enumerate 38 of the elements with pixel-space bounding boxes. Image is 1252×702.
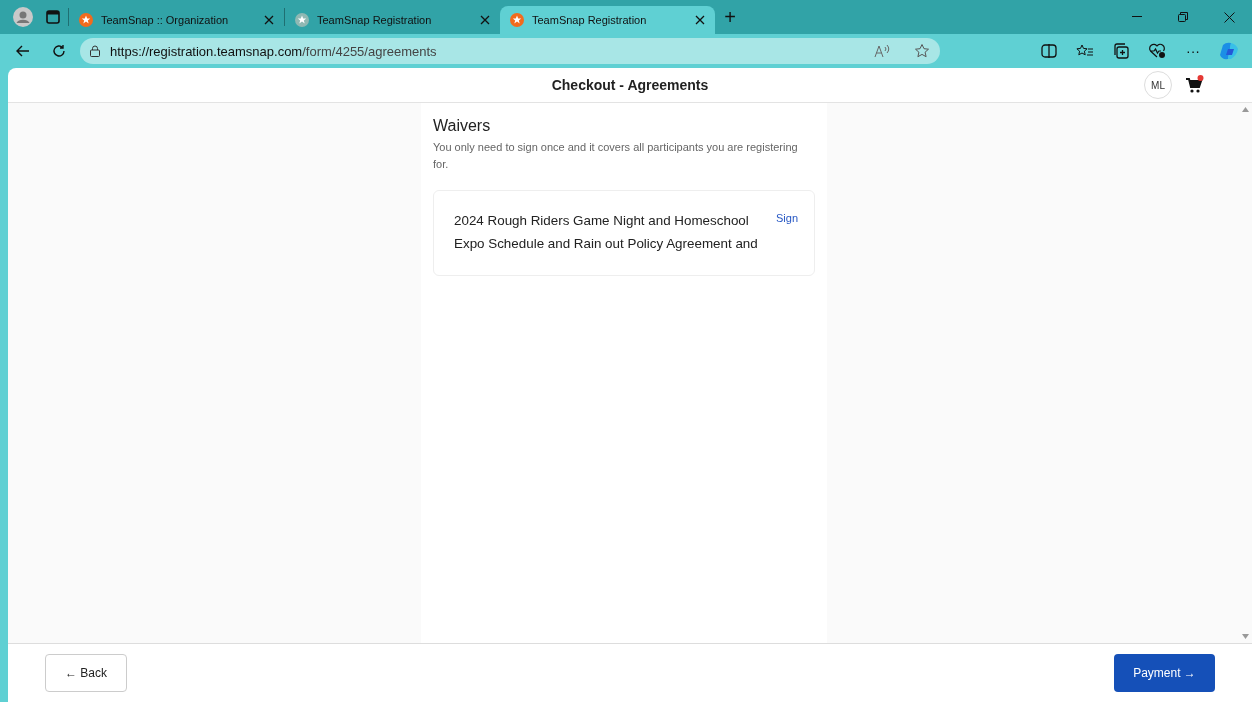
back-arrow-icon[interactable] (16, 45, 30, 57)
copilot-icon[interactable] (1219, 41, 1239, 61)
favorites-icon[interactable] (1076, 44, 1094, 58)
url-text: https://registration.teamsnap.com/form/4255/agreements (110, 43, 437, 59)
close-icon[interactable] (695, 15, 705, 25)
tab-actions-icon[interactable] (46, 10, 60, 24)
split-screen-icon[interactable] (1041, 44, 1057, 58)
scroll-up-icon[interactable] (1241, 107, 1249, 112)
star-logo-icon (79, 13, 93, 27)
close-icon[interactable] (480, 15, 490, 25)
new-tab-button[interactable]: + (715, 3, 745, 31)
address-bar[interactable]: https://registration.teamsnap.com/form/4255/agreements (80, 38, 940, 64)
minimize-icon[interactable] (1132, 16, 1142, 18)
browser-tab[interactable]: TeamSnap :: Organization (69, 6, 284, 34)
read-aloud-icon[interactable] (874, 44, 890, 58)
close-icon[interactable] (1223, 11, 1235, 23)
close-icon[interactable] (264, 15, 274, 25)
page-title: Checkout - Agreements (551, 77, 709, 93)
profile-icon[interactable] (13, 7, 33, 27)
collections-icon[interactable] (1113, 43, 1129, 59)
lock-icon (90, 45, 100, 57)
browser-tab[interactable]: TeamSnap Registration (285, 6, 500, 34)
section-note: You only need to sign once and it covers all participants you are registering for. (433, 140, 799, 172)
back-button[interactable]: ← Back (45, 654, 127, 692)
star-logo-icon (510, 13, 524, 27)
sign-link[interactable]: Sign (776, 212, 799, 224)
more-button[interactable]: ··· (1178, 37, 1208, 65)
browser-tab[interactable]: TeamSnap Registration (500, 6, 715, 34)
section-heading: Waivers (433, 117, 492, 135)
scroll-down-icon[interactable] (1241, 634, 1249, 639)
star-icon[interactable] (914, 43, 930, 59)
restore-icon[interactable] (1178, 12, 1188, 22)
star-logo-icon (295, 13, 309, 27)
payment-button[interactable]: Payment → (1114, 654, 1215, 692)
heart-pulse-icon[interactable] (1148, 43, 1166, 59)
waiver-title: 2024 Rough Riders Game Night and Homeschool Expo Schedule and Rain out Policy Agreement and (454, 212, 759, 253)
refresh-icon[interactable] (52, 44, 66, 58)
cart-icon[interactable] (1184, 75, 1204, 95)
